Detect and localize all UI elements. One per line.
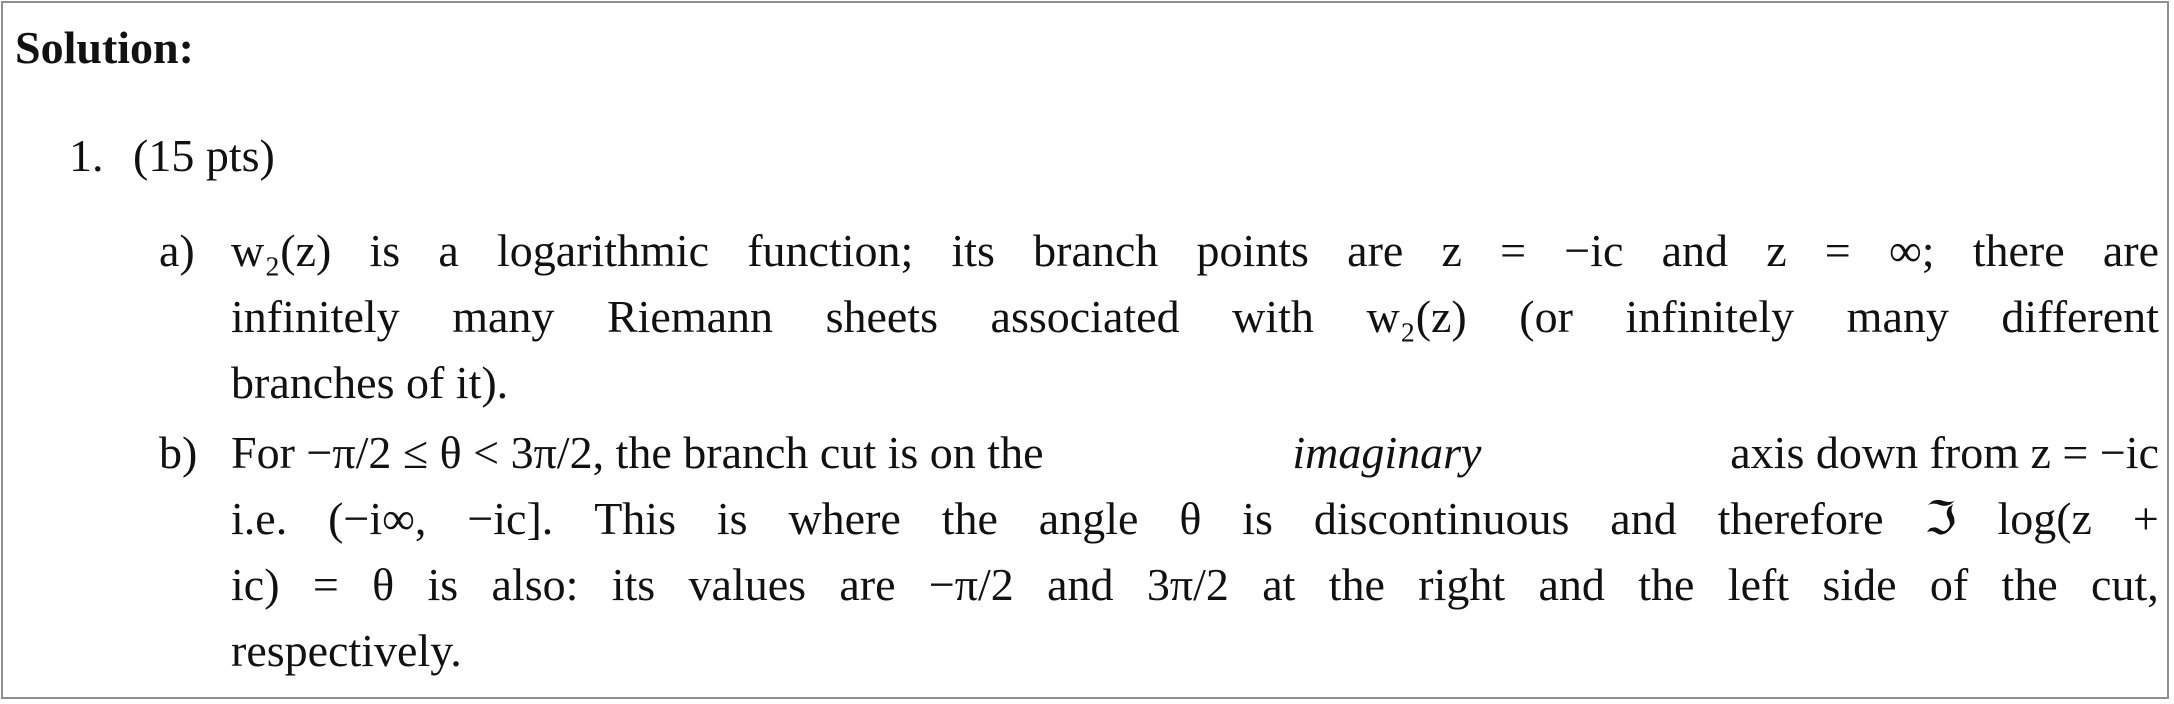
word: ∞;: [1888, 225, 1935, 276]
word: infinitely: [231, 291, 400, 342]
word: branch: [1033, 225, 1159, 276]
word: w₂(z): [231, 225, 332, 276]
word: the: [1638, 559, 1695, 610]
word: also:: [491, 559, 579, 610]
word: z: [1766, 225, 1787, 276]
word: are: [839, 559, 896, 610]
word: where: [788, 493, 901, 544]
part-b-line-4: respectively.: [231, 625, 462, 676]
word: right: [1418, 559, 1506, 610]
word: angle: [1038, 493, 1139, 544]
part-b-line-3: ic) = θ is also: its values are −π/2 and 3π/2 at the…: [231, 552, 2159, 618]
word: many: [452, 291, 555, 342]
word: infinitely: [1625, 291, 1795, 342]
word: and: [1047, 559, 1114, 610]
word: are: [2102, 225, 2159, 276]
word: z: [1441, 225, 1462, 276]
word: (−i∞,: [328, 493, 427, 544]
word: and: [1661, 225, 1728, 276]
part-b-marker: b): [159, 427, 198, 478]
word: with: [1232, 291, 1314, 342]
word: θ: [372, 559, 395, 610]
item-points: (15 pts): [133, 130, 275, 181]
part-b-line-1-end: axis down from z = −ic: [1730, 427, 2159, 478]
word: at: [1262, 559, 1296, 610]
word: 3π/2: [1146, 559, 1229, 610]
word: left: [1727, 559, 1790, 610]
part-a-body: w₂(z) is a logarithmic function; its branch poi…: [231, 218, 2159, 416]
word: its: [951, 225, 995, 276]
word: is: [369, 225, 401, 276]
word: −ic].: [467, 493, 554, 544]
word: its: [611, 559, 656, 610]
part-a-line-1: w₂(z) is a logarithmic function; its branch poi…: [231, 218, 2159, 284]
word: associated: [990, 291, 1180, 342]
word: is: [427, 559, 459, 610]
part-a-line-2: infinitely many Riemann sheets associated wit…: [231, 284, 2159, 350]
word: the: [2001, 559, 2058, 610]
word: different: [2001, 291, 2159, 342]
part-b-line-1-start: For −π/2 ≤ θ < 3π/2, the branch cut is o…: [231, 427, 1044, 478]
word: +: [2132, 493, 2159, 544]
word: w₂(z): [1366, 291, 1467, 342]
part-b-line-2: i.e. (−i∞, −ic]. This is where the angle θ is disc…: [231, 486, 2159, 552]
part-b-line-1: For −π/2 ≤ θ < 3π/2, the branch cut is o…: [231, 420, 2159, 486]
word: −π/2: [928, 559, 1014, 610]
word: (or: [1519, 291, 1573, 342]
word: and: [1610, 493, 1677, 544]
word: there: [1972, 225, 2065, 276]
word: −ic: [1564, 225, 1624, 276]
word: cut,: [2091, 559, 2159, 610]
word: function;: [747, 225, 914, 276]
word: ic): [231, 559, 280, 610]
word: the: [1328, 559, 1385, 610]
word: ℑ: [1924, 493, 1957, 544]
word: therefore: [1717, 493, 1884, 544]
word: values: [688, 559, 807, 610]
word: are: [1347, 225, 1404, 276]
part-b-body: For −π/2 ≤ θ < 3π/2, the branch cut is o…: [231, 420, 2159, 684]
word: many: [1846, 291, 1949, 342]
word: side: [1822, 559, 1897, 610]
solution-frame: Solution: 1. (15 pts) a) w₂(z) is a logarit…: [1, 1, 2169, 699]
word: θ: [1179, 493, 1202, 544]
word: =: [1824, 225, 1851, 276]
part-b-imaginary-word: imaginary: [1292, 427, 1482, 478]
word: Riemann: [606, 291, 774, 342]
word: is: [1242, 493, 1273, 544]
item-number: 1.: [69, 130, 104, 181]
part-a-line-3: branches of it).: [231, 357, 509, 408]
word: and: [1538, 559, 1605, 610]
word: sheets: [825, 291, 938, 342]
solution-heading: Solution:: [15, 22, 194, 73]
part-a-marker: a): [159, 225, 195, 276]
word: points: [1196, 225, 1309, 276]
word: i.e.: [231, 493, 288, 544]
word: of: [1929, 559, 1969, 610]
word: logarithmic: [496, 225, 710, 276]
word: a: [438, 225, 459, 276]
word: discontinuous: [1313, 493, 1570, 544]
word: the: [941, 493, 998, 544]
word: This: [594, 493, 676, 544]
word: =: [312, 559, 339, 610]
word: is: [716, 493, 748, 544]
word: log(z: [1997, 493, 2092, 544]
word: =: [1500, 225, 1527, 276]
